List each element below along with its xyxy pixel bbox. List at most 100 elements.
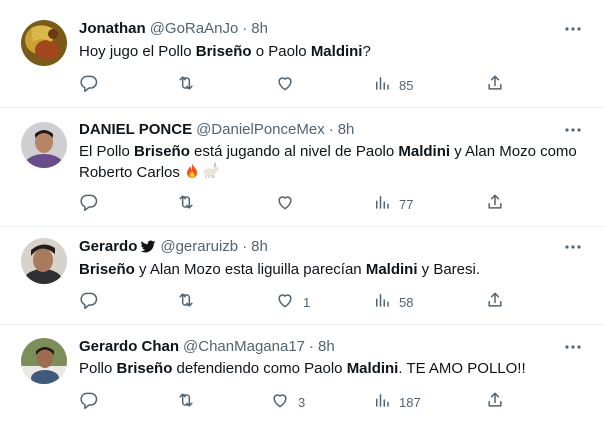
avatar[interactable] bbox=[21, 338, 67, 384]
user-handle[interactable]: @geraruizb bbox=[160, 237, 238, 257]
more-icon[interactable] bbox=[561, 238, 585, 256]
retweet-button[interactable] bbox=[176, 392, 204, 412]
share-icon bbox=[485, 290, 505, 315]
text-segment: ? bbox=[362, 43, 371, 60]
share-icon bbox=[485, 390, 505, 415]
text-segment: está jugando al nivel de Paolo bbox=[189, 143, 399, 160]
action-bar: 85 bbox=[79, 75, 509, 95]
tweet-header: Gerardo @geraruizb · 8h bbox=[79, 237, 268, 257]
reply-button[interactable] bbox=[79, 292, 107, 312]
reply-button[interactable] bbox=[79, 392, 107, 412]
text-segment: Pollo bbox=[79, 360, 117, 377]
like-button[interactable] bbox=[275, 75, 303, 95]
display-name[interactable]: DANIEL PONCE bbox=[79, 120, 192, 140]
reply-icon bbox=[79, 290, 99, 315]
retweet-button[interactable] bbox=[176, 292, 204, 312]
like-button[interactable]: 3 bbox=[270, 392, 305, 412]
avatar[interactable] bbox=[21, 122, 67, 168]
tweet-header: Gerardo Chan @ChanMagana17 · 8h bbox=[79, 337, 335, 357]
avatar[interactable] bbox=[21, 238, 67, 284]
text-segment: El Pollo bbox=[79, 143, 135, 160]
like-icon bbox=[275, 192, 295, 217]
reply-icon bbox=[79, 73, 99, 98]
text-keyword: Briseño bbox=[79, 261, 135, 278]
reply-button[interactable] bbox=[79, 75, 107, 95]
action-bar: 77 bbox=[79, 194, 509, 214]
tweet[interactable]: Gerardo @geraruizb · 8h Briseño y Alan M… bbox=[0, 227, 605, 325]
retweet-icon bbox=[176, 290, 196, 315]
tweet[interactable]: DANIEL PONCE @DanielPonceMex · 8h El Pol… bbox=[0, 108, 605, 227]
tweet-text: Hoy jugo el Pollo Briseño o Paolo Maldin… bbox=[79, 41, 584, 62]
timestamp[interactable]: 8h bbox=[251, 19, 268, 39]
user-handle[interactable]: @ChanMagana17 bbox=[183, 337, 305, 357]
tweet-text: El Pollo Briseño está jugando al nivel d… bbox=[79, 141, 584, 185]
share-button[interactable] bbox=[485, 392, 505, 412]
view-count: 187 bbox=[399, 394, 421, 410]
text-keyword: Briseño bbox=[116, 360, 173, 377]
text-segment: defendiendo como Paolo bbox=[172, 360, 347, 377]
share-button[interactable] bbox=[485, 292, 505, 312]
avatar[interactable] bbox=[21, 20, 67, 66]
retweet-icon bbox=[176, 73, 196, 98]
tweet-text: Briseño y Alan Mozo esta liguilla parecí… bbox=[79, 259, 584, 280]
share-icon bbox=[485, 192, 505, 217]
views-button[interactable]: 77 bbox=[373, 194, 413, 214]
tweet[interactable]: Jonathan @GoRaAnJo · 8h Hoy jugo el Poll… bbox=[0, 0, 605, 108]
action-bar: 3 187 bbox=[79, 392, 509, 412]
view-count: 77 bbox=[399, 196, 414, 212]
goat-emoji bbox=[202, 163, 220, 185]
display-name[interactable]: Gerardo bbox=[79, 237, 137, 257]
tweet-feed: Jonathan @GoRaAnJo · 8h Hoy jugo el Poll… bbox=[0, 0, 605, 428]
reply-button[interactable] bbox=[79, 194, 107, 214]
like-count: 3 bbox=[298, 394, 306, 410]
separator-dot: · bbox=[242, 238, 248, 255]
retweet-button[interactable] bbox=[176, 194, 204, 214]
more-icon[interactable] bbox=[561, 121, 585, 139]
text-segment: Hoy jugo el Pollo bbox=[79, 43, 196, 60]
text-keyword: Briseño bbox=[134, 143, 190, 160]
retweet-icon bbox=[176, 390, 196, 415]
tweet-header: DANIEL PONCE @DanielPonceMex · 8h bbox=[79, 120, 354, 140]
like-button[interactable] bbox=[275, 194, 303, 214]
like-icon bbox=[275, 73, 295, 98]
retweet-button[interactable] bbox=[176, 75, 204, 95]
views-icon bbox=[373, 291, 391, 314]
text-keyword: Briseño bbox=[195, 43, 252, 60]
timestamp[interactable]: 8h bbox=[318, 337, 335, 357]
separator-dot: · bbox=[309, 338, 315, 355]
share-button[interactable] bbox=[485, 194, 505, 214]
views-icon bbox=[373, 193, 391, 216]
like-button[interactable]: 1 bbox=[275, 292, 310, 312]
views-button[interactable]: 85 bbox=[373, 75, 413, 95]
fire-emoji bbox=[184, 163, 200, 185]
views-icon bbox=[373, 391, 391, 414]
timestamp[interactable]: 8h bbox=[251, 237, 268, 257]
text-segment: y Alan Mozo esta liguilla parecían bbox=[134, 261, 366, 278]
text-segment: y Baresi. bbox=[417, 261, 481, 278]
user-handle[interactable]: @GoRaAnJo bbox=[150, 19, 239, 39]
tweet-text: Pollo Briseño defendiendo como Paolo Mal… bbox=[79, 358, 584, 379]
retweet-icon bbox=[176, 192, 196, 217]
text-keyword: Maldini bbox=[346, 360, 399, 377]
text-keyword: Maldini bbox=[310, 43, 363, 60]
views-button[interactable]: 58 bbox=[373, 292, 413, 312]
separator-dot: · bbox=[242, 20, 248, 37]
user-handle[interactable]: @DanielPonceMex bbox=[196, 120, 325, 140]
text-keyword: Maldini bbox=[398, 143, 451, 160]
more-icon[interactable] bbox=[561, 338, 585, 356]
view-count: 58 bbox=[399, 294, 414, 310]
like-icon bbox=[270, 390, 290, 415]
tweet-header: Jonathan @GoRaAnJo · 8h bbox=[79, 19, 268, 39]
like-count: 1 bbox=[303, 294, 311, 310]
display-name[interactable]: Jonathan bbox=[79, 19, 146, 39]
text-segment: . TE AMO POLLO!! bbox=[398, 360, 526, 377]
timestamp[interactable]: 8h bbox=[338, 120, 355, 140]
share-icon bbox=[485, 73, 505, 98]
separator-dot: · bbox=[328, 121, 334, 138]
more-icon[interactable] bbox=[561, 20, 585, 38]
share-button[interactable] bbox=[485, 75, 505, 95]
tweet[interactable]: Gerardo Chan @ChanMagana17 · 8h Pollo Br… bbox=[0, 325, 605, 428]
display-name[interactable]: Gerardo Chan bbox=[79, 337, 179, 357]
view-count: 85 bbox=[399, 77, 414, 93]
views-button[interactable]: 187 bbox=[373, 392, 421, 412]
